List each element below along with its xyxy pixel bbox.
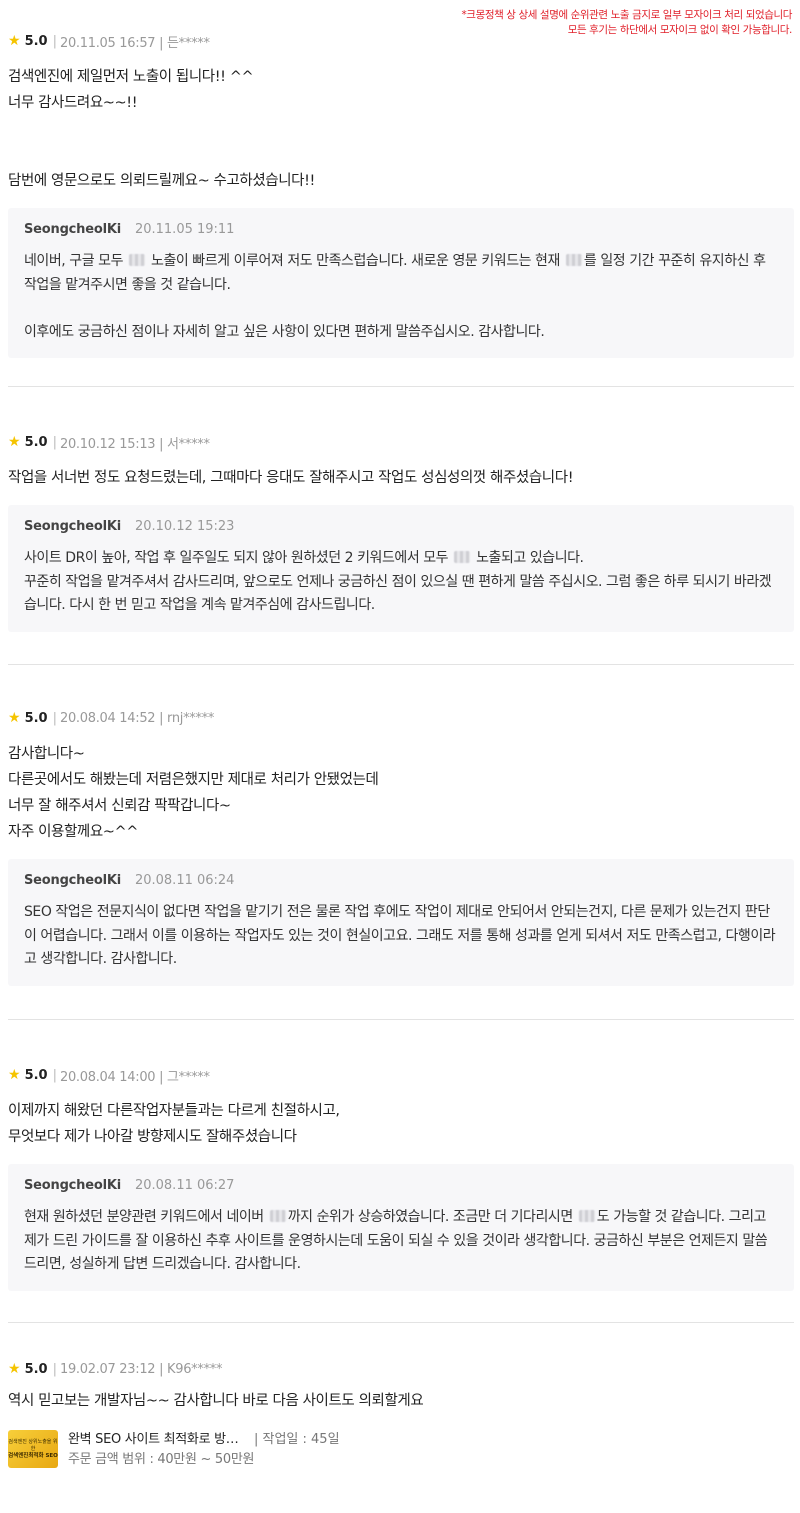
- seller-reply: SeongcheolKi 20.08.11 06:27 현재 원하셨던 분양관련…: [8, 1164, 794, 1291]
- review-meta: ★ 5.0 | 20.08.04 14:52 | rnj*****: [8, 710, 215, 726]
- reply-text: 사이트 DR이 높아, 작업 후 일주일도 되지 않아 원하셨던 2 키워드에서…: [24, 550, 453, 566]
- divider: [8, 1322, 794, 1323]
- review-line: 자주 이용할께요~^^: [8, 824, 139, 840]
- gig-thumbnail[interactable]: 검색엔진 상위노출을 위한 검색엔진최적화 SEO: [8, 1430, 58, 1468]
- review-body: 작업을 서너번 정도 요청드렸는데, 그때마다 응대도 잘해주시고 작업도 성심…: [8, 465, 794, 491]
- review-line: 다른곳에서도 해봤는데 저렴은했지만 제대로 처리가 안됐었는데: [8, 772, 379, 788]
- reply-header: SeongcheolKi 20.08.11 06:27: [24, 1176, 778, 1194]
- gig-price-range: 주문 금액 범위 : 40만원 ~ 50만원: [68, 1452, 255, 1467]
- reply-header: SeongcheolKi 20.08.11 06:24: [24, 871, 778, 889]
- mosaic-blur: [129, 254, 146, 266]
- reply-text: SEO 작업은 전문지식이 없다면 작업을 맡기기 전은 물론 작업 후에도 작…: [24, 904, 776, 967]
- seller-reply: SeongcheolKi 20.08.11 06:24 SEO 작업은 전문지식…: [8, 859, 794, 986]
- notice-line-1: *크몽정책 상 상세 설명에 순위관련 노출 금지로 일부 모자이크 처리 되었…: [461, 9, 792, 21]
- reply-text: 현재 원하셨던 분양관련 키워드에서 네이버: [24, 1209, 268, 1225]
- reply-body: 사이트 DR이 높아, 작업 후 일주일도 되지 않아 원하셨던 2 키워드에서…: [24, 547, 778, 618]
- review-rating: 5.0: [24, 1361, 48, 1377]
- reply-date: 20.08.11 06:27: [134, 1177, 235, 1193]
- star-icon: ★: [8, 1067, 21, 1083]
- review-date-user: 20.11.05 16:57 | 든*****: [59, 35, 210, 51]
- review-rating: 5.0: [24, 434, 48, 450]
- reply-author: SeongcheolKi: [24, 872, 121, 888]
- review-item: ★ 5.0 | 19.02.07 23:12 | K96***** 역시 믿고보…: [8, 1360, 794, 1414]
- review-line: 너무 잘 해주셔서 신뢰감 팍팍갑니다~: [8, 798, 231, 814]
- reply-text: 이후에도 궁금하신 점이나 자세히 알고 싶은 사항이 있다면 편하게 말씀주십…: [24, 323, 545, 340]
- review-item: ★ 5.0 | 20.08.04 14:00 | 그***** 이제까지 해왔던…: [8, 1066, 794, 1291]
- mosaic-blur: [565, 254, 582, 266]
- reply-date: 20.08.11 06:24: [134, 872, 235, 888]
- reply-body: 현재 원하셨던 분양관련 키워드에서 네이버 까지 순위가 상승하였습니다. 조…: [24, 1206, 778, 1277]
- review-line: 작업을 서너번 정도 요청드렸는데, 그때마다 응대도 잘해주시고 작업도 성심…: [8, 470, 574, 486]
- review-item: ★ 5.0 | 20.10.12 15:13 | 서***** 작업을 서너번 …: [8, 433, 794, 632]
- review-line: 담번에 영문으로도 의뢰드릴께요~ 수고하셨습니다!!: [8, 173, 315, 189]
- reply-body: 네이버, 구글 모두 노출이 빠르게 이루어져 저도 만족스럽습니다. 새로운 …: [24, 250, 778, 344]
- review-line: 검색엔진에 제일먼저 노출이 됩니다!! ^^: [8, 69, 254, 85]
- review-meta: ★ 5.0 | 20.08.04 14:00 | 그*****: [8, 1067, 210, 1085]
- review-meta: ★ 5.0 | 20.10.12 15:13 | 서*****: [8, 434, 210, 452]
- review-meta: ★ 5.0 | 20.11.05 16:57 | 든*****: [8, 33, 210, 51]
- gig-title-link[interactable]: 완벽 SEO 사이트 최적화로 방문자 유입: [68, 1430, 246, 1450]
- mosaic-blur: [269, 1210, 286, 1222]
- gig-thumbnail-title: 검색엔진최적화 SEO: [8, 1452, 58, 1459]
- review-line: 무엇보다 제가 나아갈 방향제시도 잘해주셨습니다: [8, 1129, 297, 1145]
- star-icon: ★: [8, 434, 21, 450]
- mosaic-blur: [578, 1210, 595, 1222]
- reply-body: SEO 작업은 전문지식이 없다면 작업을 맡기기 전은 물론 작업 후에도 작…: [24, 901, 778, 972]
- reply-author: SeongcheolKi: [24, 518, 121, 534]
- seller-reply: SeongcheolKi 20.10.12 15:23 사이트 DR이 높아, …: [8, 505, 794, 632]
- reply-text: 까지 순위가 상승하였습니다. 조금만 더 기다리시면: [287, 1209, 577, 1225]
- reply-header: SeongcheolKi 20.11.05 19:11: [24, 220, 778, 238]
- reply-date: 20.10.12 15:23: [134, 518, 235, 534]
- review-date-user: 19.02.07 23:12 | K96*****: [59, 1361, 223, 1377]
- star-icon: ★: [8, 33, 21, 49]
- star-icon: ★: [8, 1361, 21, 1377]
- purchased-gig-card[interactable]: 검색엔진 상위노출을 위한 검색엔진최적화 SEO 완벽 SEO 사이트 최적화…: [8, 1430, 340, 1470]
- reply-header: SeongcheolKi 20.10.12 15:23: [24, 517, 778, 535]
- reply-text: 노출되고 있습니다.: [472, 550, 584, 566]
- reply-text: 네이버, 구글 모두: [24, 253, 128, 269]
- reply-author: SeongcheolKi: [24, 221, 121, 237]
- review-date-user: 20.10.12 15:13 | 서*****: [59, 436, 210, 452]
- review-body: 검색엔진에 제일먼저 노출이 됩니다!! ^^ 너무 감사드려요~~!! 담번에…: [8, 64, 794, 194]
- review-rating: 5.0: [24, 710, 48, 726]
- review-body: 이제까지 해왔던 다른작업자분들과는 다르게 친절하시고, 무엇보다 제가 나아…: [8, 1098, 794, 1150]
- review-body: 역시 믿고보는 개발자님~~ 감사합니다 바로 다음 사이트도 의뢰할게요: [8, 1388, 794, 1414]
- gig-work-days: | 작업일 : 45일: [254, 1432, 340, 1447]
- review-line: 역시 믿고보는 개발자님~~ 감사합니다 바로 다음 사이트도 의뢰할게요: [8, 1393, 424, 1409]
- review-date-user: 20.08.04 14:00 | 그*****: [59, 1069, 210, 1085]
- review-item: ★ 5.0 | 20.11.05 16:57 | 든***** 검색엔진에 제일…: [8, 32, 794, 358]
- review-meta: ★ 5.0 | 19.02.07 23:12 | K96*****: [8, 1361, 223, 1377]
- reply-date: 20.11.05 19:11: [134, 221, 235, 237]
- gig-thumbnail-caption: 검색엔진 상위노출을 위한: [8, 1438, 58, 1452]
- review-item: ★ 5.0 | 20.08.04 14:52 | rnj***** 감사합니다~…: [8, 709, 794, 986]
- review-body: 감사합니다~ 다른곳에서도 해봤는데 저렴은했지만 제대로 처리가 안됐었는데 …: [8, 741, 794, 845]
- review-line: 이제까지 해왔던 다른작업자분들과는 다르게 친절하시고,: [8, 1103, 340, 1119]
- review-rating: 5.0: [24, 1067, 48, 1083]
- review-line: [8, 116, 794, 142]
- divider: [8, 664, 794, 665]
- reply-author: SeongcheolKi: [24, 1177, 121, 1193]
- review-date-user: 20.08.04 14:52 | rnj*****: [59, 710, 215, 726]
- divider: [8, 386, 794, 387]
- review-rating: 5.0: [24, 33, 48, 49]
- gig-info: 완벽 SEO 사이트 최적화로 방문자 유입 | 작업일 : 45일 주문 금액…: [68, 1430, 340, 1470]
- divider: [8, 1019, 794, 1020]
- mosaic-blur: [454, 551, 471, 563]
- review-line: 감사합니다~: [8, 746, 85, 762]
- star-icon: ★: [8, 710, 21, 726]
- review-line: [8, 142, 794, 168]
- reply-text: 꾸준히 작업을 맡겨주셔서 감사드리며, 앞으로도 언제나 궁금하신 점이 있으…: [24, 573, 772, 614]
- reply-text: 노출이 빠르게 이루어져 저도 만족스럽습니다. 새로운 영문 키워드는 현재: [147, 253, 564, 269]
- review-line: 너무 감사드려요~~!!: [8, 95, 138, 111]
- seller-reply: SeongcheolKi 20.11.05 19:11 네이버, 구글 모두 노…: [8, 208, 794, 358]
